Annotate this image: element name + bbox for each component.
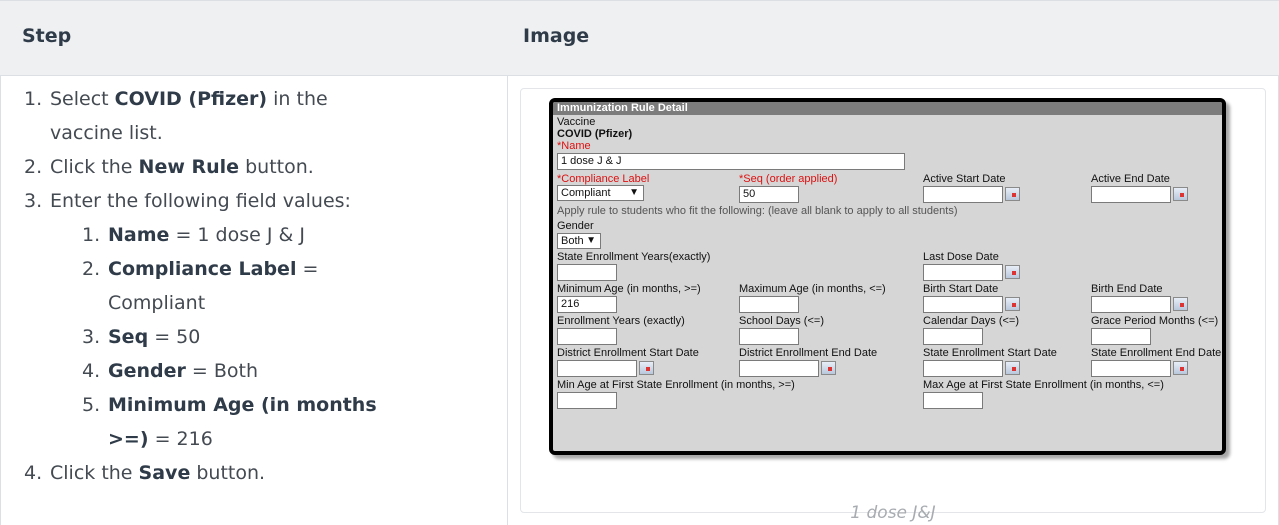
school-days-input[interactable] — [739, 328, 799, 345]
min-age-first-label: Min Age at First State Enrollment (in mo… — [557, 379, 795, 391]
gender-label: Gender — [557, 220, 594, 232]
min-age-first-input[interactable] — [557, 392, 617, 409]
vaccine-label: Vaccine — [557, 116, 596, 128]
birth-start-label: Birth Start Date — [923, 283, 999, 295]
active-start-input[interactable] — [923, 186, 1003, 203]
chevron-down-icon: ▼ — [586, 235, 596, 246]
vaccine-value: COVID (Pfizer) — [557, 128, 633, 140]
state-start-label: State Enrollment Start Date — [923, 347, 1057, 359]
calendar-days-input[interactable] — [923, 328, 983, 345]
apply-note: Apply rule to students who fit the follo… — [557, 205, 958, 217]
max-age-first-input[interactable] — [923, 392, 983, 409]
image-figure: Immunization Rule Detail Vaccine COVID (… — [520, 88, 1266, 513]
step-1: 1. Select COVID (Pfizer) in the — [24, 88, 328, 110]
district-end-input[interactable] — [739, 360, 819, 377]
calendar-icon[interactable] — [1005, 361, 1020, 375]
name-label: *Name — [557, 140, 591, 152]
step-4: 4. Click the Save button. — [24, 462, 266, 484]
substep-1: 1. Name = 1 dose J & J — [82, 224, 305, 246]
column-divider — [507, 0, 508, 525]
birth-end-label: Birth End Date — [1091, 283, 1163, 295]
state-end-input[interactable] — [1091, 360, 1171, 377]
seq-input[interactable]: 50 — [739, 186, 799, 203]
instructions-table: Step Image 1. Select COVID (Pfizer) in th… — [0, 0, 1279, 525]
header-image: Image — [523, 25, 590, 47]
active-start-label: Active Start Date — [923, 173, 1006, 185]
chevron-down-icon: ▼ — [629, 187, 639, 198]
calendar-icon[interactable] — [1005, 187, 1020, 201]
enroll-years-input[interactable] — [557, 328, 617, 345]
calendar-icon[interactable] — [639, 361, 654, 375]
name-input[interactable]: 1 dose J & J — [557, 153, 905, 170]
substep-4: 4. Gender = Both — [82, 360, 259, 382]
step-3: 3. Enter the following field values: — [24, 190, 351, 212]
step-1-cont: vaccine list. — [50, 122, 163, 144]
table-border-left — [0, 0, 1, 525]
seq-label: *Seq (order applied) — [739, 173, 838, 185]
district-start-input[interactable] — [557, 360, 637, 377]
calendar-days-label: Calendar Days (<=) — [923, 315, 1019, 327]
state-start-input[interactable] — [923, 360, 1003, 377]
last-dose-input[interactable] — [923, 264, 1003, 281]
school-days-label: School Days (<=) — [739, 315, 824, 327]
last-dose-label: Last Dose Date — [923, 251, 999, 263]
birth-end-input[interactable] — [1091, 296, 1171, 313]
substep-2: 2. Compliance Label = — [82, 258, 319, 280]
active-end-label: Active End Date — [1091, 173, 1170, 185]
step-2: 2. Click the New Rule button. — [24, 156, 314, 178]
district-end-label: District Enrollment End Date — [739, 347, 878, 359]
state-enroll-years-input[interactable] — [557, 264, 617, 281]
max-age-first-label: Max Age at First State Enrollment (in mo… — [923, 379, 1164, 391]
enroll-years-label: Enrollment Years (exactly) — [557, 315, 685, 327]
max-age-label: Maximum Age (in months, <=) — [739, 283, 886, 295]
substep-3: 3. Seq = 50 — [82, 326, 201, 348]
state-enroll-years-label: State Enrollment Years(exactly) — [557, 251, 711, 263]
panel-title: Immunization Rule Detail — [553, 102, 1222, 115]
image-caption: 1 dose J&J — [850, 503, 936, 523]
calendar-icon[interactable] — [1173, 297, 1188, 311]
header-step: Step — [22, 25, 72, 47]
birth-start-input[interactable] — [923, 296, 1003, 313]
min-age-input[interactable]: 216 — [557, 296, 617, 313]
gender-select[interactable]: Both ▼ — [557, 233, 601, 249]
max-age-input[interactable] — [739, 296, 799, 313]
calendar-icon[interactable] — [821, 361, 836, 375]
min-age-label: Minimum Age (in months, >=) — [557, 283, 701, 295]
grace-period-label: Grace Period Months (<=) — [1091, 315, 1219, 327]
substep-5-cont: >=) = 216 — [108, 428, 213, 450]
substep-5: 5. Minimum Age (in months — [82, 394, 377, 416]
grace-period-input[interactable] — [1091, 328, 1151, 345]
table-header: Step Image — [0, 0, 1279, 76]
compliance-label: *Compliance Label — [557, 173, 650, 185]
substep-2-cont: Compliant — [108, 292, 206, 314]
district-start-label: District Enrollment Start Date — [557, 347, 699, 359]
calendar-icon[interactable] — [1005, 265, 1020, 279]
screenshot-immunization-rule-detail: Immunization Rule Detail Vaccine COVID (… — [549, 98, 1226, 455]
calendar-icon[interactable] — [1005, 297, 1020, 311]
calendar-icon[interactable] — [1173, 361, 1188, 375]
active-end-input[interactable] — [1091, 186, 1171, 203]
compliance-select[interactable]: Compliant ▼ — [557, 185, 644, 201]
state-end-label: State Enrollment End Date — [1091, 347, 1222, 359]
calendar-icon[interactable] — [1173, 187, 1188, 201]
